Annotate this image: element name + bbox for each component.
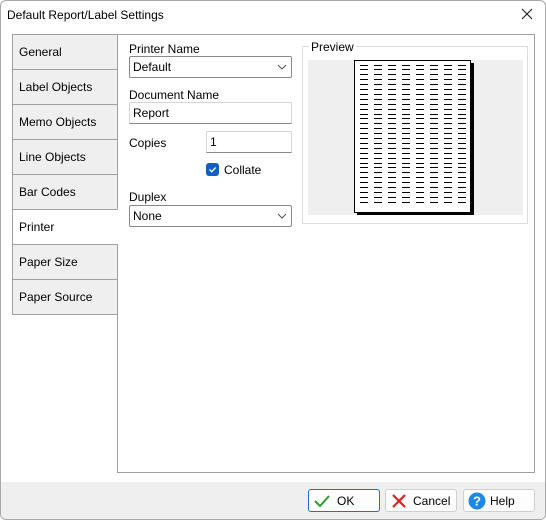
close-icon[interactable] xyxy=(519,6,535,22)
checkmark-icon xyxy=(209,167,217,173)
tab-label: Label Objects xyxy=(19,80,93,94)
tab-label: Paper Source xyxy=(19,290,93,304)
svg-text:?: ? xyxy=(473,494,481,509)
window-title: Default Report/Label Settings xyxy=(7,8,164,22)
duplex-value: None xyxy=(133,209,162,223)
tab-paper-source[interactable]: Paper Source xyxy=(12,279,118,315)
tab-memo-objects[interactable]: Memo Objects xyxy=(12,104,118,139)
cancel-label: Cancel xyxy=(413,494,451,508)
tab-label: Printer xyxy=(19,220,55,234)
page-preview xyxy=(354,60,474,215)
copies-label: Copies xyxy=(129,136,167,150)
tab-label: General xyxy=(19,45,62,59)
tab-printer[interactable]: Printer xyxy=(12,209,118,244)
help-label: Help xyxy=(490,494,515,508)
tab-bar-codes[interactable]: Bar Codes xyxy=(12,174,118,209)
printer-name-value: Default xyxy=(133,60,172,74)
tab-label: Bar Codes xyxy=(19,185,76,199)
title-bar: Default Report/Label Settings xyxy=(1,1,545,31)
tab-list: General Label Objects Memo Objects Line … xyxy=(12,34,118,315)
tab-label: Line Objects xyxy=(19,150,86,164)
document-name-label: Document Name xyxy=(129,88,220,102)
checkmark-icon xyxy=(314,495,330,508)
printer-name-select[interactable]: Default xyxy=(129,56,292,78)
duplex-label: Duplex xyxy=(129,190,167,204)
copies-input[interactable]: 1 xyxy=(206,131,292,153)
ok-button[interactable]: OK xyxy=(308,489,380,512)
help-button[interactable]: ? Help xyxy=(463,489,535,512)
x-icon xyxy=(392,494,406,508)
help-icon: ? xyxy=(468,492,486,510)
page-sheet xyxy=(354,60,471,213)
dialog-window: Default Report/Label Settings General La… xyxy=(0,0,546,520)
ok-label: OK xyxy=(337,494,355,508)
chevron-down-icon xyxy=(277,213,287,219)
document-name-input[interactable]: Report xyxy=(129,102,292,124)
collate-checkbox[interactable] xyxy=(206,163,219,176)
tab-label: Paper Size xyxy=(19,255,78,269)
tab-paper-size[interactable]: Paper Size xyxy=(12,244,118,279)
duplex-select[interactable]: None xyxy=(129,205,292,227)
tab-label-objects[interactable]: Label Objects xyxy=(12,69,118,104)
preview-area xyxy=(308,60,523,215)
cancel-button[interactable]: Cancel xyxy=(385,489,457,512)
tab-line-objects[interactable]: Line Objects xyxy=(12,139,118,174)
printer-name-label: Printer Name xyxy=(129,42,200,56)
tab-label: Memo Objects xyxy=(19,115,97,129)
tab-general[interactable]: General xyxy=(12,34,118,69)
preview-label: Preview xyxy=(309,40,356,54)
collate-label[interactable]: Collate xyxy=(224,163,261,177)
chevron-down-icon xyxy=(277,64,287,70)
